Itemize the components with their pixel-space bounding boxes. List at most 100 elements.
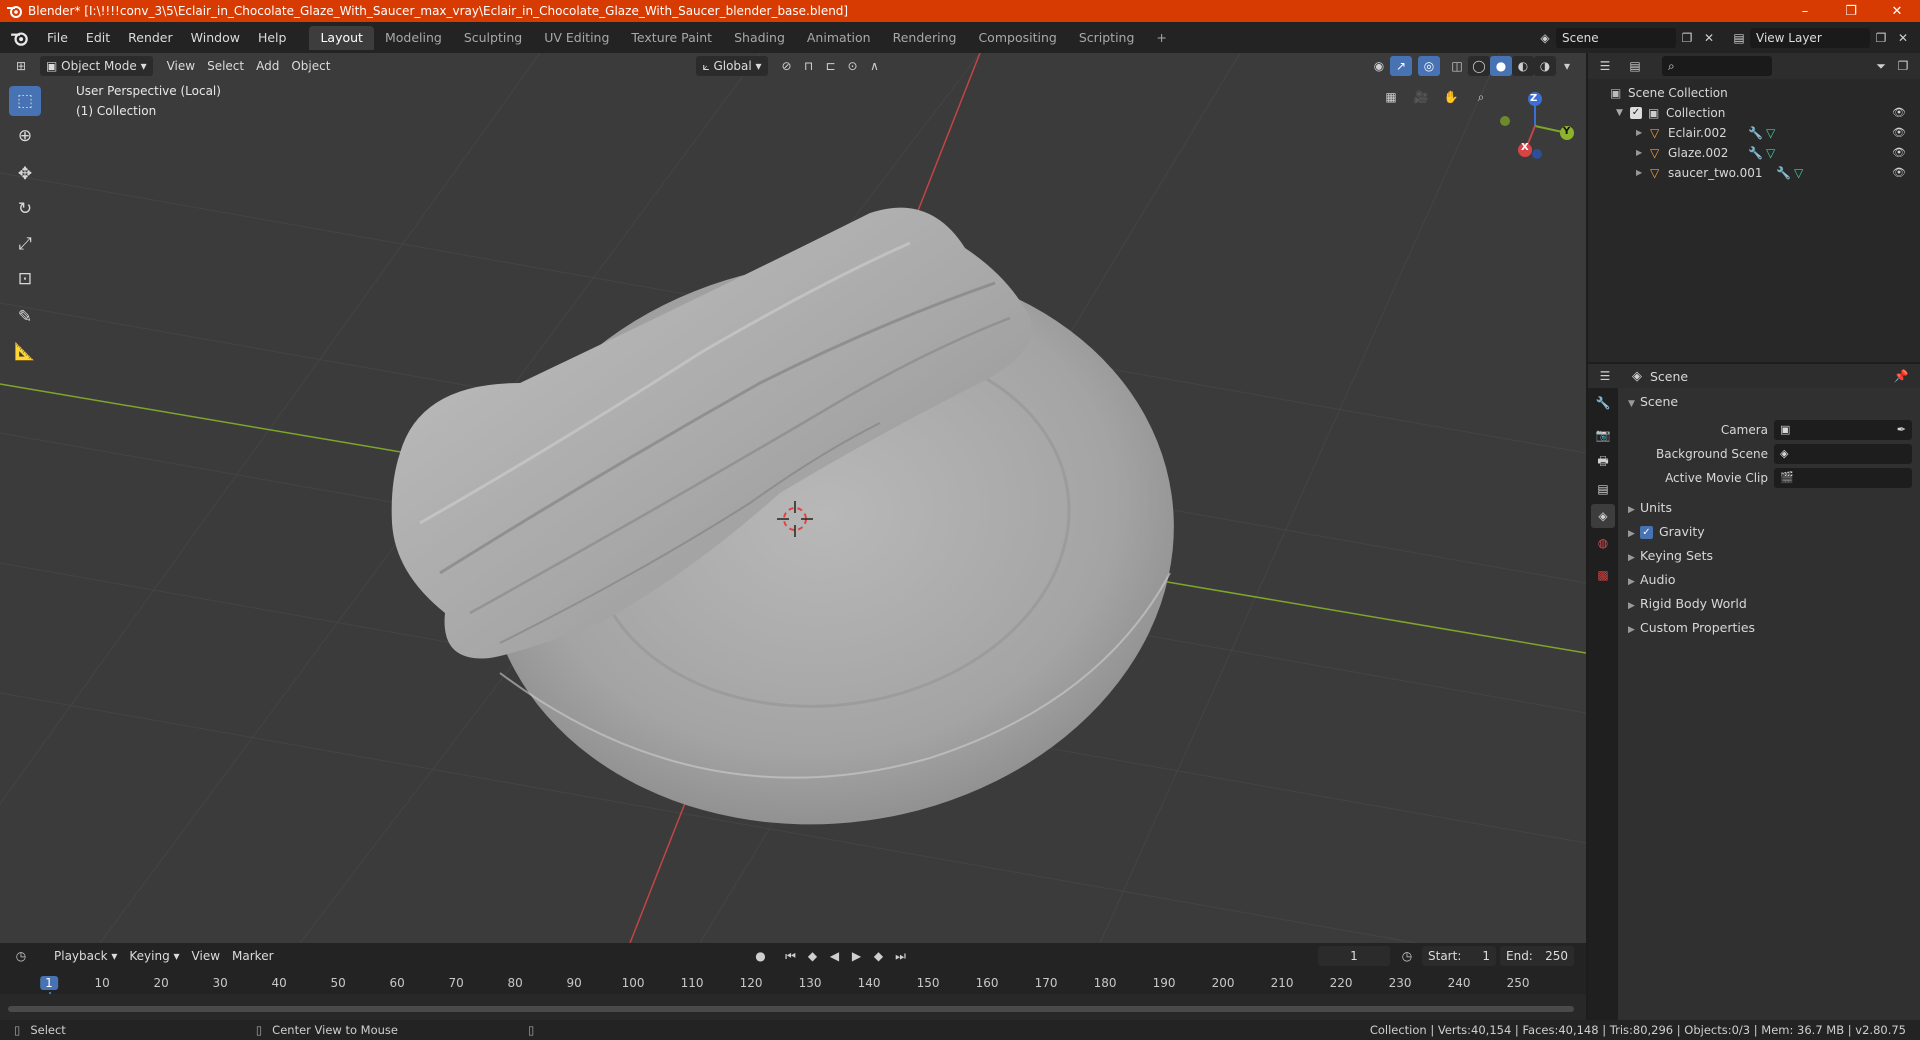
tab-sculpting[interactable]: Sculpting [453, 26, 533, 50]
select-box-tool-icon[interactable]: ⬚ [9, 86, 41, 116]
collection-visibility-icon[interactable]: 👁 [1892, 103, 1906, 123]
new-view-layer-icon[interactable]: ❐ [1870, 28, 1892, 48]
show-overlays-icon[interactable]: ◎ [1418, 56, 1440, 76]
object-visibility-icon[interactable]: 👁 [1892, 123, 1906, 143]
snap-icon[interactable]: ⊓ [798, 56, 820, 76]
tool-tab-icon[interactable]: 🔧 [1591, 391, 1615, 415]
outliner-editor-type-icon[interactable]: ☰ [1594, 56, 1616, 76]
gizmo-x-label[interactable]: X [1521, 142, 1529, 153]
expand-collection-icon[interactable]: ▼ [1616, 103, 1623, 123]
menu-render[interactable]: Render [119, 27, 182, 49]
tab-texture-paint[interactable]: Texture Paint [620, 26, 723, 50]
scene-name-field[interactable]: Scene [1556, 27, 1676, 48]
pin-icon[interactable]: 📌 [1890, 366, 1912, 386]
collection-row[interactable]: ▼ ✓ ▣ Collection 👁 [1588, 103, 1920, 123]
show-gizmo-icon[interactable]: ↗ [1390, 56, 1412, 76]
mode-dropdown[interactable]: ▣ Object Mode ▾ [40, 56, 153, 76]
start-frame-field[interactable]: Start: 1 [1422, 946, 1496, 966]
transform-tool-icon[interactable]: ⊡ [9, 264, 41, 294]
close-button[interactable]: ✕ [1874, 0, 1920, 22]
modifier-wrench-icon[interactable]: 🔧 [1748, 123, 1763, 143]
filter-icon[interactable]: ⏷ [1870, 56, 1892, 76]
view-layer-field[interactable]: View Layer [1750, 27, 1870, 48]
tab-scripting[interactable]: Scripting [1068, 26, 1146, 50]
cursor-tool-icon[interactable]: ⊕ [9, 121, 41, 151]
rotate-tool-icon[interactable]: ↻ [9, 194, 41, 224]
gizmo-y-label[interactable]: Y [1563, 126, 1570, 137]
record-icon[interactable]: ● [750, 946, 772, 966]
proportional-edit-icon[interactable]: ⊙ [842, 56, 864, 76]
zoom-view-icon[interactable]: ⌕ [1470, 87, 1492, 107]
playhead-frame-label[interactable]: 1 [40, 976, 58, 990]
delete-scene-icon[interactable]: ✕ [1698, 28, 1720, 48]
timeline-ruler[interactable]: 1 10 20 30 40 50 60 70 80 90 100 110 120 130 140 150 160… [8, 972, 1576, 1016]
mesh-data-icon[interactable]: ▽ [1766, 143, 1775, 163]
expand-object-icon[interactable]: ▶ [1636, 163, 1642, 183]
expand-object-icon[interactable]: ▶ [1636, 143, 1642, 163]
maximize-button[interactable]: ❐ [1828, 0, 1874, 22]
expand-object-icon[interactable]: ▶ [1636, 123, 1642, 143]
object-row-saucer[interactable]: ▶ ▽ saucer_two.001 🔧 ▽ 👁 [1588, 163, 1920, 183]
tab-modeling[interactable]: Modeling [374, 26, 453, 50]
object-row-glaze[interactable]: ▶ ▽ Glaze.002 🔧 ▽ 👁 [1588, 143, 1920, 163]
tab-shading[interactable]: Shading [723, 26, 796, 50]
collection-checkbox[interactable]: ✓ [1630, 107, 1642, 119]
view-layer-selector-icon[interactable]: ▤ [1728, 28, 1750, 48]
move-tool-icon[interactable]: ✥ [9, 159, 41, 189]
menu-help[interactable]: Help [249, 27, 296, 49]
xray-icon[interactable]: ◫ [1446, 56, 1468, 76]
next-keyframe-icon[interactable]: ◆ [868, 946, 890, 966]
3d-viewport[interactable]: ⊞ ▣ Object Mode ▾ View Select Add Object… [0, 53, 1586, 943]
object-visibility-icon[interactable]: 👁 [1892, 143, 1906, 163]
menu-add[interactable]: Add [250, 56, 285, 76]
audio-panel-header[interactable]: ▶ Audio [1618, 568, 1920, 592]
object-visibility-icon[interactable]: 👁 [1892, 163, 1906, 183]
menu-window[interactable]: Window [182, 27, 249, 49]
menu-object[interactable]: Object [285, 56, 336, 76]
tab-layout[interactable]: Layout [309, 25, 374, 50]
annotate-tool-icon[interactable]: ✎ [9, 302, 41, 332]
texture-tab-icon[interactable]: ▩ [1591, 563, 1615, 587]
snap-target-icon[interactable]: ⊏ [820, 56, 842, 76]
gravity-checkbox[interactable]: ✓ [1640, 526, 1653, 539]
menu-select[interactable]: Select [201, 56, 250, 76]
world-tab-icon[interactable]: ◍ [1591, 531, 1615, 555]
delete-view-layer-icon[interactable]: ✕ [1892, 28, 1914, 48]
object-row-eclair[interactable]: ▶ ▽ Eclair.002 🔧 ▽ 👁 [1588, 123, 1920, 143]
perspective-toggle-icon[interactable]: ▦ [1380, 87, 1402, 107]
properties-editor-type-icon[interactable]: ☰ [1594, 366, 1616, 386]
menu-file[interactable]: File [38, 27, 77, 49]
rigid-body-world-panel-header[interactable]: ▶ Rigid Body World [1618, 592, 1920, 616]
scale-tool-icon[interactable]: ⤢ [9, 229, 41, 259]
pivot-point-icon[interactable]: ⊘ [776, 56, 798, 76]
menu-keying[interactable]: Keying ▾ [123, 946, 185, 966]
visibility-filter-icon[interactable]: ◉ [1368, 56, 1390, 76]
scene-collection-row[interactable]: ▣ Scene Collection [1588, 83, 1920, 103]
output-tab-icon[interactable]: 🖶 [1591, 450, 1615, 474]
timeline-editor-type-icon[interactable]: ◷ [10, 946, 32, 966]
play-reverse-icon[interactable]: ◀ [824, 946, 846, 966]
current-frame-field[interactable]: 1 [1318, 946, 1390, 966]
play-icon[interactable]: ▶ [846, 946, 868, 966]
gizmo-z-label[interactable]: Z [1530, 93, 1537, 104]
tab-animation[interactable]: Animation [796, 26, 882, 50]
background-scene-field[interactable]: ◈ [1774, 444, 1912, 464]
menu-edit[interactable]: Edit [77, 27, 119, 49]
custom-properties-panel-header[interactable]: ▶ Custom Properties [1618, 616, 1920, 640]
modifier-wrench-icon[interactable]: 🔧 [1776, 163, 1791, 183]
mesh-data-icon[interactable]: ▽ [1766, 123, 1775, 143]
view-layer-tab-icon[interactable]: ▤ [1591, 477, 1615, 501]
blender-menu-icon[interactable] [10, 30, 30, 46]
mesh-data-icon[interactable]: ▽ [1794, 163, 1803, 183]
measure-tool-icon[interactable]: 📐 [9, 337, 41, 367]
menu-marker[interactable]: Marker [226, 946, 279, 966]
active-movie-clip-field[interactable]: 🎬 [1774, 468, 1912, 488]
scene-selector-icon[interactable]: ◈ [1534, 28, 1556, 48]
tab-uv-editing[interactable]: UV Editing [533, 26, 620, 50]
eyedropper-icon[interactable]: ✒ [1897, 418, 1906, 442]
new-scene-icon[interactable]: ❐ [1676, 28, 1698, 48]
timeline-scrollbar[interactable] [8, 1006, 1574, 1012]
minimize-button[interactable]: – [1782, 0, 1828, 22]
falloff-icon[interactable]: ∧ [864, 56, 886, 76]
rendered-shading-icon[interactable]: ◑ [1534, 56, 1556, 76]
